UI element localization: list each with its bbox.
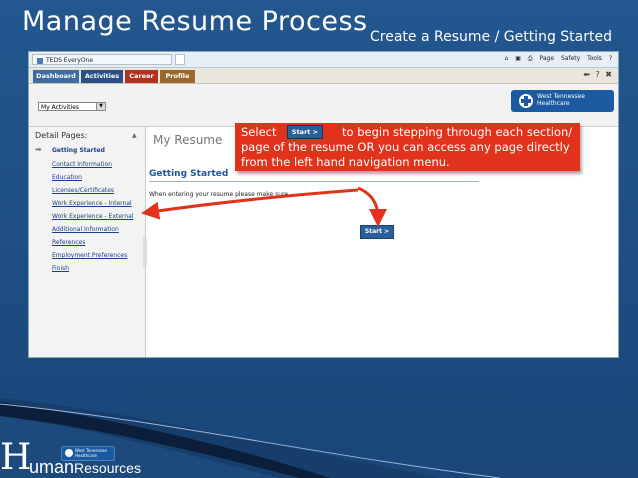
slide-title: Manage Resume Process	[22, 6, 368, 37]
section-heading: Getting Started	[149, 169, 229, 179]
logo-line-2: Healthcare	[537, 100, 570, 107]
footer-logo: West Tennessee Healthcare	[61, 446, 115, 461]
tab-activities[interactable]: Activities	[81, 70, 123, 83]
left-navigation: Detail Pages: ▲ ➡ Getting Started Contac…	[29, 127, 147, 357]
instruction-callout: Select Start > to begin stepping through…	[235, 123, 580, 171]
new-tab-button[interactable]	[175, 54, 185, 65]
section-divider	[149, 181, 479, 182]
nav-icons: ⬅ ? ✖	[580, 70, 612, 79]
nav-link-licenses-certificates[interactable]: Licenses/Certificates	[52, 187, 114, 194]
nav-link-work-experience-external[interactable]: Work Experience - External	[52, 213, 133, 220]
nav-link-work-experience-internal[interactable]: Work Experience - Internal	[52, 200, 132, 207]
home-icon[interactable]: ⌂	[504, 55, 508, 62]
app-header: My Activities ▼ West Tennessee Healthcar…	[29, 84, 618, 127]
browser-command-bar: ⌂ ▣ ⎙ Page Safety Tools ?	[499, 55, 612, 63]
cross-icon	[519, 94, 533, 108]
logo-line-1: West Tennessee	[537, 93, 585, 100]
nav-link-getting-started[interactable]: Getting Started	[52, 147, 105, 154]
nav-link-references[interactable]: References	[52, 239, 85, 246]
help-icon[interactable]: ?	[609, 55, 612, 62]
tab-career[interactable]: Career	[125, 70, 158, 83]
activities-select-value: My Activities	[41, 104, 80, 111]
callout-line-1-post: to begin stepping through each section/	[342, 125, 573, 139]
nav-link-contact-information[interactable]: Contact Information	[52, 161, 112, 168]
start-button[interactable]: Start >	[360, 225, 394, 239]
favicon-icon	[37, 57, 43, 64]
browser-tab-title: TEDS EveryOne	[46, 57, 94, 64]
close-circle-icon[interactable]: ✖	[605, 70, 612, 79]
company-logo: West Tennessee Healthcare	[511, 90, 614, 112]
detail-pages-heading: Detail Pages:	[35, 131, 88, 140]
callout-line-2: page of the resume OR you can access any…	[241, 140, 570, 154]
callout-line-1-pre: Select	[241, 125, 277, 139]
feeds-icon[interactable]: ▣	[515, 55, 521, 62]
callout-start-button-image: Start >	[287, 125, 323, 139]
app-nav-bar: Dashboard Activities Career Profile ⬅ ? …	[29, 68, 618, 84]
nav-link-finish[interactable]: Finish	[52, 265, 69, 272]
tab-profile[interactable]: Profile	[160, 70, 195, 83]
collapse-caret-icon[interactable]: ▲	[132, 132, 137, 139]
footer-cross-icon	[65, 449, 73, 457]
hr-initial: H	[0, 437, 32, 478]
nav-link-additional-information[interactable]: Additional Information	[52, 226, 119, 233]
screenshot-window: TEDS EveryOne ⌂ ▣ ⎙ Page Safety Tools ? …	[28, 51, 619, 358]
back-arrow-icon[interactable]: ⬅	[583, 70, 590, 79]
nav-link-employment-preferences[interactable]: Employment Preferences	[52, 252, 127, 259]
page-title: My Resume	[153, 133, 223, 147]
chevron-down-icon: ▼	[96, 103, 105, 110]
activities-select[interactable]: My Activities ▼	[38, 102, 106, 111]
page-menu[interactable]: Page	[540, 55, 555, 62]
browser-tab[interactable]: TEDS EveryOne	[32, 54, 172, 65]
section-body-text: When entering your resume please make su…	[149, 191, 289, 198]
slide-subtitle: Create a Resume / Getting Started	[370, 29, 612, 45]
help-circle-icon[interactable]: ?	[596, 70, 600, 79]
safety-menu[interactable]: Safety	[561, 55, 580, 62]
callout-line-3: from the left hand navigation menu.	[241, 155, 450, 169]
nav-link-education[interactable]: Education	[52, 174, 82, 181]
browser-toolbar: TEDS EveryOne ⌂ ▣ ⎙ Page Safety Tools ?	[29, 52, 618, 68]
footer-logo-line-2: Healthcare	[75, 453, 97, 458]
current-page-arrow-icon: ➡	[35, 145, 42, 154]
tools-menu[interactable]: Tools	[587, 55, 602, 62]
hr-resources: Resources	[74, 460, 141, 476]
tab-dashboard[interactable]: Dashboard	[33, 70, 79, 83]
print-icon[interactable]: ⎙	[528, 55, 533, 62]
